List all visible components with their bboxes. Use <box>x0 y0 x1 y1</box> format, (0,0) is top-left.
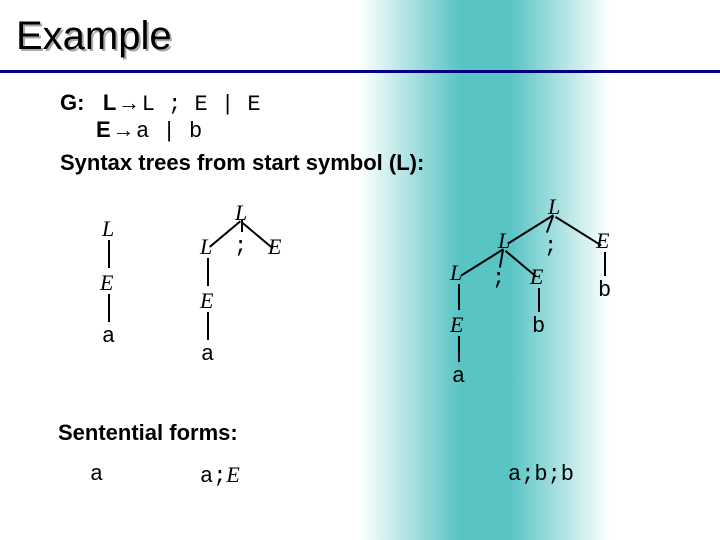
tree2-a: a <box>201 342 214 367</box>
tree2-Lleft: L <box>200 234 212 260</box>
sform-2-prefix: a; <box>200 464 226 489</box>
grammar-prefix: G: <box>60 90 84 115</box>
title-underline <box>0 70 720 73</box>
tree1-a: a <box>102 324 115 349</box>
tree3-semi2: ; <box>492 266 505 291</box>
grammar-l1-lhs: L <box>103 90 116 115</box>
tree1-E: E <box>100 270 113 296</box>
tree2-edge-Eleft <box>207 312 209 340</box>
grammar-l2-rhs: a | b <box>136 119 202 144</box>
sentential-forms-label: Sentential forms: <box>58 420 238 446</box>
syntax-trees-label: Syntax trees from start symbol (L): <box>60 150 680 176</box>
tree3-edge-E3 <box>458 336 460 362</box>
title-container: Example <box>16 12 180 63</box>
tree3-semi1: ; <box>544 234 557 259</box>
tree2-Eright: E <box>268 234 281 260</box>
arrow-1: → <box>122 92 135 117</box>
tree3-E3: E <box>450 312 463 338</box>
grammar-l2-lhs: E <box>96 117 111 142</box>
tree3-edge-E2 <box>538 288 540 312</box>
slide-title: Example <box>16 14 172 59</box>
tree3-edge-E1 <box>604 252 606 276</box>
tree1-edge-1 <box>108 240 110 268</box>
tree2-Eleft: E <box>200 288 213 314</box>
tree2-edge-Lleft <box>207 258 209 286</box>
tree3-L3: L <box>450 260 462 286</box>
grammar-line-2: E → a | b <box>96 117 680 144</box>
tree3-edge-L3 <box>458 284 460 310</box>
sform-1: a <box>90 462 103 487</box>
sform-2: a;E <box>200 462 240 489</box>
tree3-E2: E <box>530 264 543 290</box>
tree3-b1c <box>555 216 602 246</box>
tree3-a: a <box>452 364 465 389</box>
arrow-2: → <box>117 119 130 144</box>
grammar-line-1: G: L → L ; E | E <box>60 90 680 117</box>
tree1-L: L <box>102 216 114 242</box>
sform-2-E: E <box>226 462 239 487</box>
tree2-semi: ; <box>234 234 247 259</box>
sform-3: a;b;b <box>508 462 574 487</box>
tree3-b1: b <box>598 278 611 303</box>
grammar-l1-rhs: L ; E | E <box>142 92 261 117</box>
trees-area: L E a L L ; E E a L L ; E b L ; E b E a … <box>0 190 720 540</box>
tree1-edge-2 <box>108 294 110 322</box>
tree3-E1: E <box>596 228 609 254</box>
tree3-b2: b <box>532 314 545 339</box>
grammar-block: G: L → L ; E | E E → a | b Syntax trees … <box>60 90 680 176</box>
